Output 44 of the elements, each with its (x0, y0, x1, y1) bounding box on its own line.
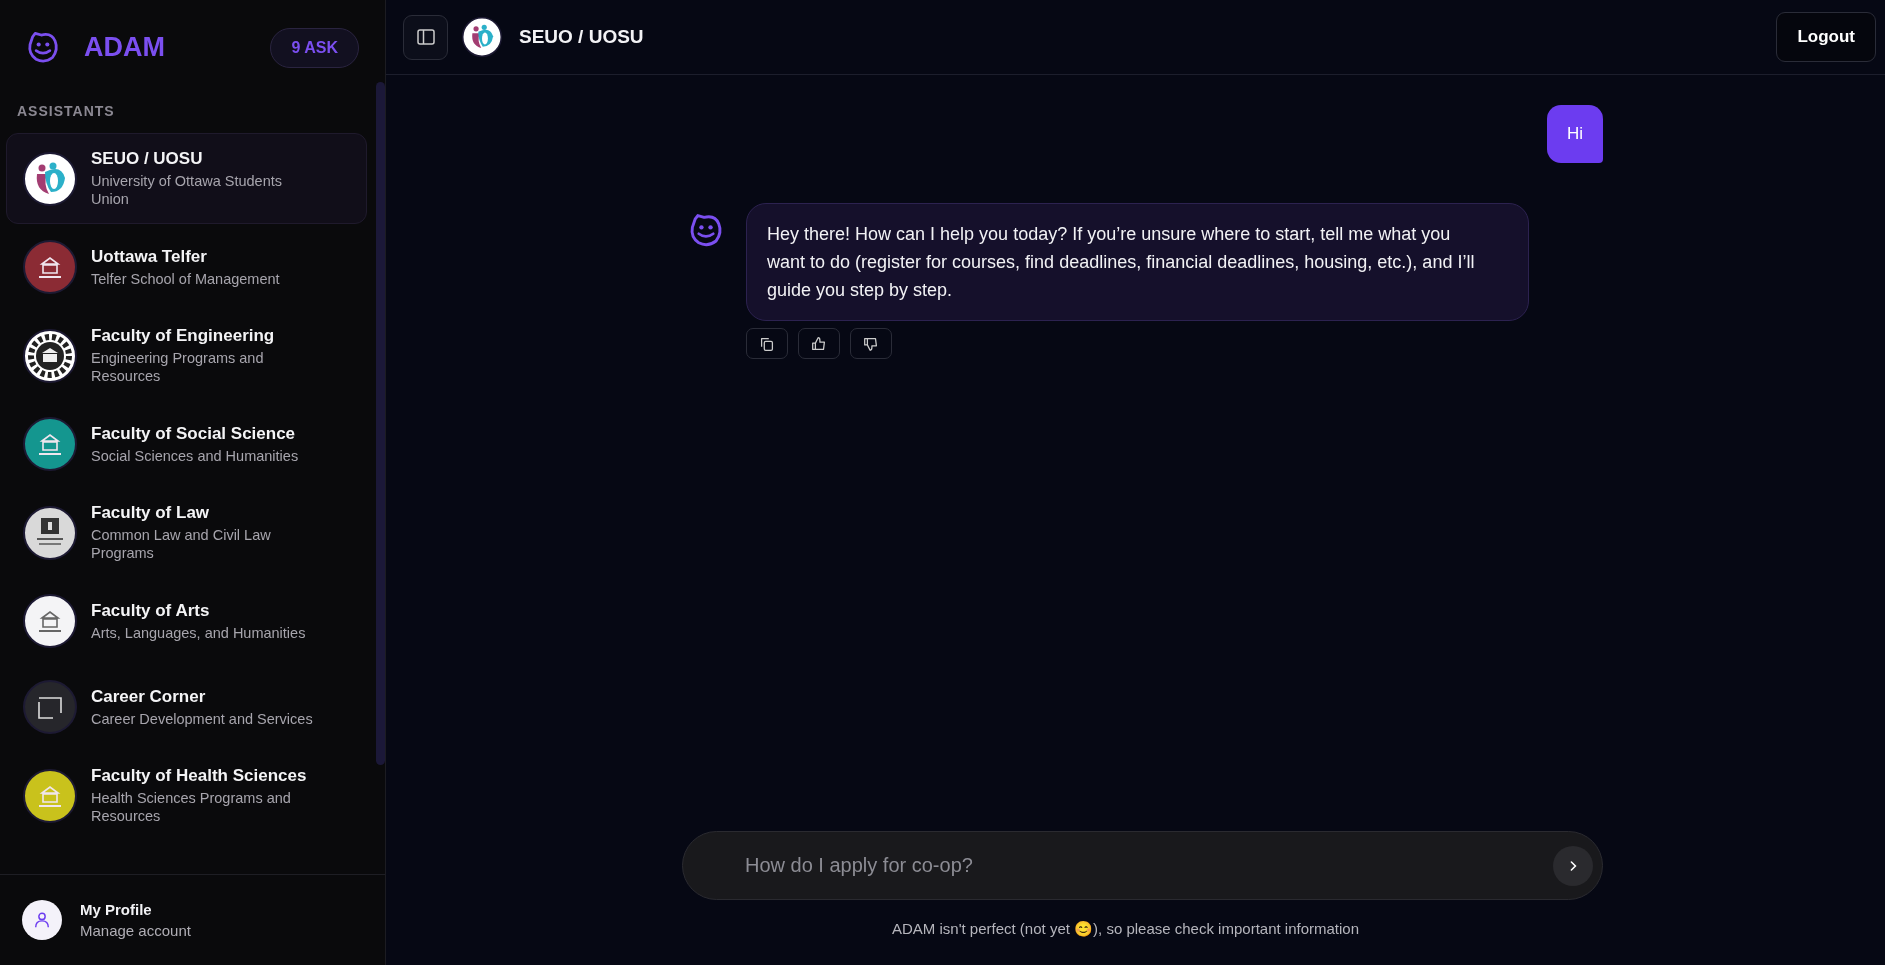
assistant-description: University of Ottawa Students Union (91, 172, 283, 208)
thumbs-up-button[interactable] (798, 328, 840, 359)
assistant-description: Common Law and Civil Law Programs (91, 526, 272, 562)
assistant-item[interactable]: SEUO / UOSU University of Ottawa Students Union (6, 133, 367, 224)
assistant-item[interactable]: Faculty of Engineering Engineering Programs and Resources (6, 310, 367, 401)
message-input-field[interactable]: How do I apply for co-op? (743, 853, 1553, 878)
assistant-name: Career Corner (91, 686, 207, 707)
assistant-item[interactable]: Faculty of Social Science Social Sciences and Humanities (6, 401, 367, 487)
assistant-description: Engineering Programs and Resources (91, 349, 265, 385)
assistant-description: Health Sciences Programs and Resources (91, 789, 292, 825)
brand-name: ADAM (84, 32, 166, 63)
assistant-item[interactable]: Faculty of Arts Arts, Languages, and Humanities (6, 578, 367, 664)
profile-subtitle: Manage account (80, 922, 191, 939)
copy-button[interactable] (746, 328, 788, 359)
assistant-name: Faculty of Health Sciences (91, 766, 308, 786)
thumbs-up-icon[interactable] (810, 334, 828, 353)
assistant-item[interactable]: Uottawa Telfer Telfer School of Management (6, 224, 367, 310)
assistant-description: Career Development and Services (91, 709, 313, 728)
assistant-name: Faculty of Arts (91, 600, 211, 621)
user-message: Hi (1546, 105, 1603, 163)
assistant-description: Arts, Languages, and Humanities (91, 623, 306, 642)
assistant-name: Faculty of Engineering (91, 326, 276, 346)
logout-button[interactable]: Logout (1776, 12, 1876, 62)
user-avatar-icon (22, 900, 62, 940)
chat-title: SEUO / UOSU (519, 26, 645, 48)
assistant-item[interactable]: Faculty of Health Sciences Health Sciences Programs and Resources (6, 750, 367, 841)
thumbs-down-button[interactable] (850, 328, 892, 359)
assistant-item[interactable]: Career Corner Career Development and Services (6, 664, 367, 750)
profile-name: My Profile (80, 901, 153, 918)
assistant-name: Uottawa Telfer (91, 246, 208, 267)
sidebar-toggle-button[interactable] (403, 14, 448, 60)
assistant-description: Telfer School of Management (91, 269, 280, 288)
assistant-name: Faculty of Law (91, 503, 211, 523)
assistant-name: Faculty of Social Science (91, 423, 297, 444)
message-composer[interactable]: How do I apply for co-op? (682, 831, 1603, 900)
ask-credits-badge[interactable]: 9 ASK (270, 27, 359, 68)
assistant-description: Social Sciences and Humanities (91, 446, 299, 465)
disclaimer-text: ADAM isn't perfect (not yet 😊), so please check important information (890, 919, 1361, 939)
profile-button[interactable]: My Profile Manage account (0, 874, 385, 965)
assistant-name: SEUO / UOSU (91, 149, 204, 169)
assistant-message: Hey there! How can I help you today? If you’re unsure where to start, tell me what you want to do (register for courses, find deadlines, financial deadlines, housing, etc.), and I’ll guide you step by step. (746, 203, 1529, 321)
assistant-item[interactable]: Faculty of Law Common Law and Civil Law Programs (6, 487, 367, 578)
sidebar-panel-icon[interactable] (415, 27, 436, 47)
section-label: ASSISTANTS (16, 102, 116, 121)
